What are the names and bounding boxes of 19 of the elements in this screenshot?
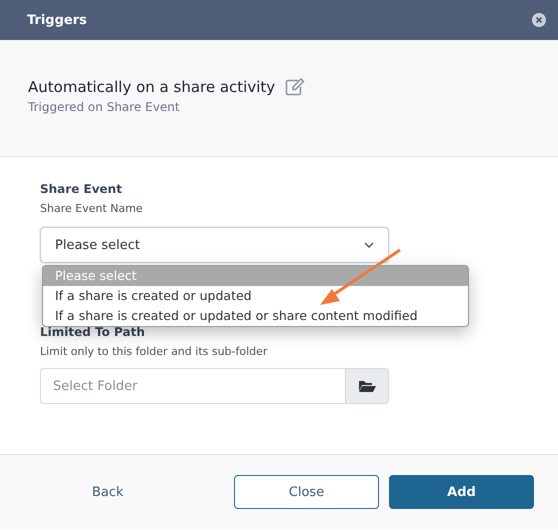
footer-button[interactable]: Add (389, 475, 534, 509)
folder-field[interactable]: Select Folder (40, 368, 345, 404)
window-title: Triggers (27, 12, 87, 28)
field-label: Limited To Path (40, 325, 146, 339)
event-select[interactable]: Please select (40, 227, 389, 263)
field-hint: Share Event Name (40, 202, 144, 215)
dropdown-option[interactable]: If a share is created or updated or share content modified (43, 306, 468, 326)
field-hint: Limit only to this folder and its sub-folder (40, 345, 268, 358)
trigger-subtitle: Triggered on Share Event (28, 100, 181, 114)
footer-button[interactable]: Close (234, 475, 379, 509)
field-label: Share Event (40, 182, 123, 196)
edit-icon[interactable] (285, 78, 306, 96)
back-link[interactable]: Back (66, 475, 150, 509)
trigger-title: Automatically on a share activity (28, 78, 276, 96)
browse-button[interactable] (345, 368, 389, 404)
close-icon[interactable] (532, 13, 546, 27)
folder-icon (358, 379, 376, 393)
dropdown-option[interactable]: If a share is created or updated (43, 286, 468, 306)
chevron-icon (364, 242, 374, 248)
